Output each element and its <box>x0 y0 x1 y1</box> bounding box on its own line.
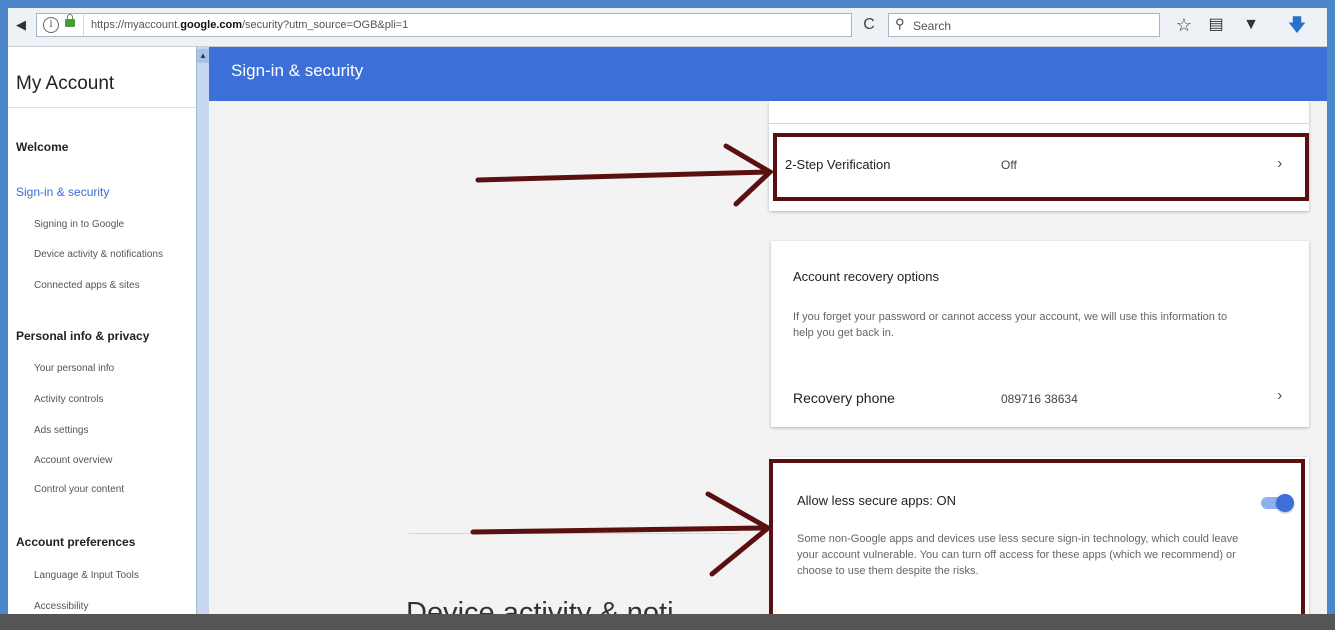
arrow-to-two-step <box>475 169 771 183</box>
arrowhead-less-secure <box>705 491 773 577</box>
annotation-arrows <box>470 143 775 577</box>
arrow-to-less-secure <box>470 525 769 535</box>
bottom-strip <box>0 614 1335 630</box>
browser-window: ◀ i https://myaccount.google.com/securit… <box>8 8 1327 622</box>
